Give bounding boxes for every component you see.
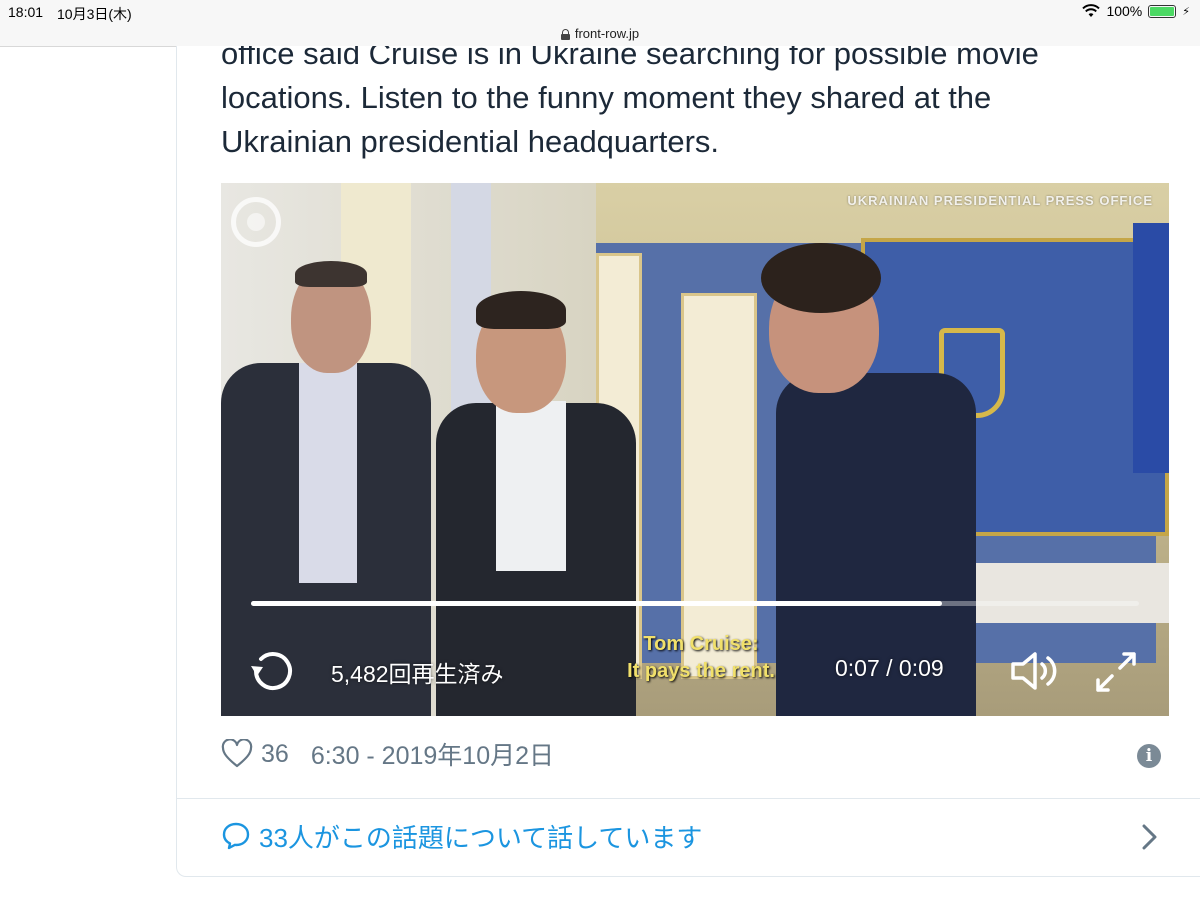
conversation-link[interactable]: 33人がこの話題について話しています xyxy=(221,816,1161,856)
video-scene-flag xyxy=(1133,223,1169,473)
conversation-text: 33人がこの話題について話しています xyxy=(259,822,703,853)
video-player[interactable]: UKRAINIAN PRESIDENTIAL PRESS OFFICE Tom … xyxy=(221,183,1169,716)
video-time: 0:07 / 0:09 xyxy=(835,655,944,681)
status-right: 100% ⚡ xyxy=(1082,3,1190,19)
wifi-icon xyxy=(1082,4,1101,17)
tweet-timestamp[interactable]: 6:30 - 2019年10月2日 xyxy=(311,736,554,772)
battery-percent: 100% xyxy=(1106,3,1143,19)
video-scene-door xyxy=(681,293,757,679)
video-subtitle: Tom Cruise: It pays the rent. xyxy=(601,631,801,685)
video-progress-fill xyxy=(251,601,942,606)
divider xyxy=(177,798,1200,799)
channel-logo xyxy=(231,197,281,247)
tweet-meta-row: 36 6:30 - 2019年10月2日 xyxy=(221,734,554,774)
subtitle-line-1: Tom Cruise: xyxy=(643,633,759,655)
heart-icon[interactable] xyxy=(221,739,253,769)
speech-bubble-icon xyxy=(222,822,250,850)
press-office-watermark: UKRAINIAN PRESIDENTIAL PRESS OFFICE xyxy=(847,193,1153,208)
lock-icon xyxy=(560,28,570,40)
address-bar[interactable]: front-row.jp xyxy=(0,24,1200,47)
subtitle-line-2: It pays the rent. xyxy=(627,660,775,682)
url-text: front-row.jp xyxy=(574,26,640,41)
view-count: 5,482回再生済み xyxy=(331,661,504,687)
battery-fill xyxy=(1150,6,1175,16)
status-date: 10月3日(木) xyxy=(57,6,132,22)
replay-icon[interactable] xyxy=(249,649,293,693)
like-count: 36 xyxy=(261,739,289,768)
status-bar: 18:01 10月3日(木) 100% ⚡ xyxy=(0,0,1200,24)
charging-bolt-icon: ⚡ xyxy=(1182,5,1190,18)
video-progress-bar[interactable] xyxy=(251,601,1139,606)
chevron-right-icon[interactable] xyxy=(1139,822,1161,852)
fullscreen-icon[interactable] xyxy=(1093,649,1139,695)
tweet-text: office said Cruise is in Ukraine searchi… xyxy=(221,46,1039,159)
battery-icon xyxy=(1148,4,1177,18)
info-icon[interactable]: i xyxy=(1137,744,1161,768)
video-scene-table xyxy=(961,563,1169,623)
volume-icon[interactable] xyxy=(1009,649,1061,693)
status-time: 18:01 xyxy=(8,4,44,20)
tweet-card: office said Cruise is in Ukraine searchi… xyxy=(176,46,1200,877)
